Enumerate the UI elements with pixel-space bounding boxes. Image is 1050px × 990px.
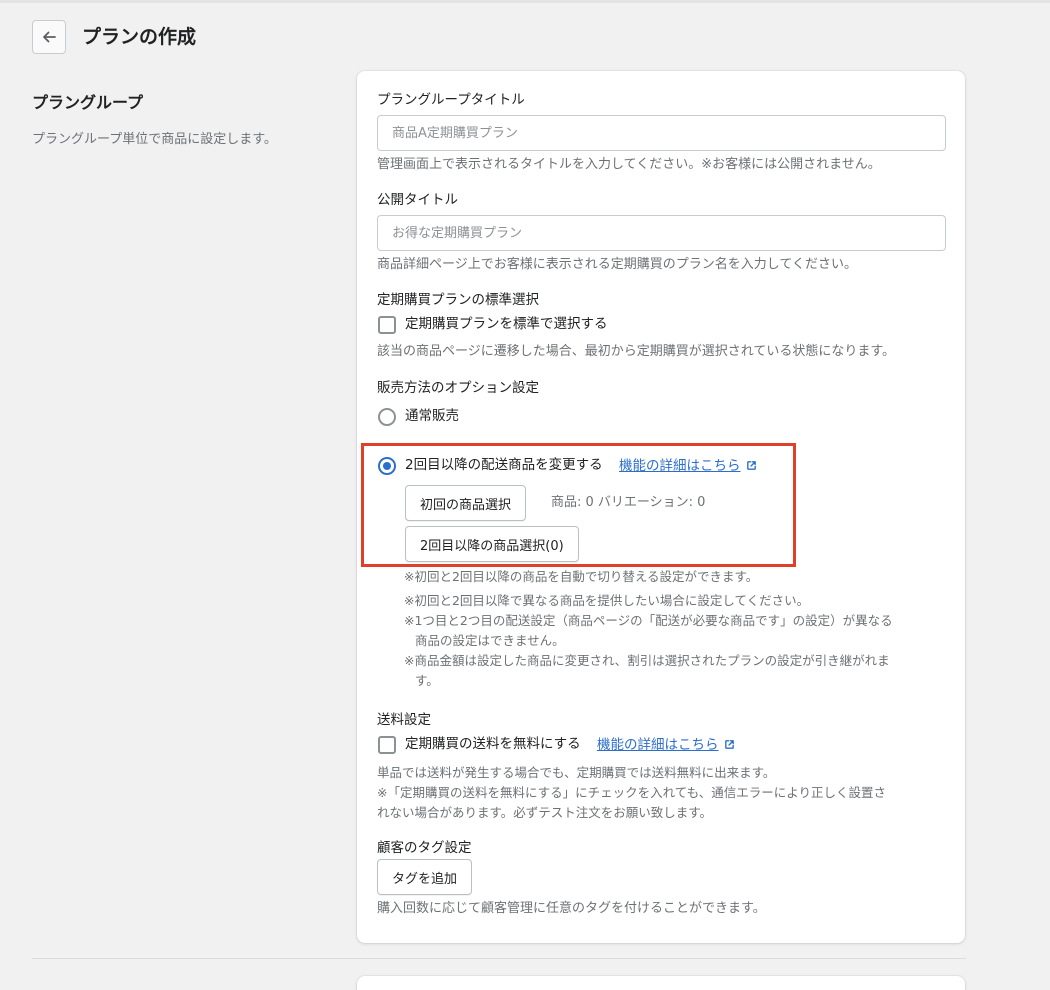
group-title-help: 管理画面上で表示されるタイトルを入力してください。※お客様には公開されません。 [377,157,881,172]
external-link-icon [724,740,734,749]
public-title-label: 公開タイトル [377,192,458,208]
radio-change-product[interactable] [378,457,396,475]
external-link-icon [746,461,756,470]
radio-normal-sale-label[interactable]: 通常販売 [405,406,459,426]
top-border [0,0,1050,3]
second-product-select-button[interactable]: 2回目以降の商品選択(0) [405,526,579,562]
detail-link-sales-text[interactable]: 機能の詳細はこちら [619,458,741,474]
radio-normal-sale[interactable] [378,408,396,426]
customer-tag-help: 購入回数に応じて顧客管理に任意のタグを付けることができます。 [377,901,766,916]
group-title-input[interactable] [377,115,946,151]
default-select-label: 定期購買プランの標準選択 [377,292,539,308]
sales-method-label: 販売方法のオプション設定 [377,380,539,396]
note-line-2: ※初回と2回目以降で異なる商品を提供したい場合に設定してください。 [404,593,810,608]
note-line-6: す。 [415,673,439,688]
group-title-label: プラングループタイトル [377,92,525,108]
note-line-5: ※商品金額は設定した商品に変更され、割引は選択されたプランの設定が引き継がれま [404,653,890,668]
page-title: プランの作成 [82,26,197,48]
note-line-3: ※1つ目と2つ目の配送設定（商品ページの「配送が必要な商品です」の設定）が異なる [404,613,893,628]
shipping-label: 送料設定 [377,712,431,728]
default-select-checkbox[interactable] [378,316,396,334]
detail-link-sales[interactable]: 機能の詳細はこちら [619,455,757,476]
section-heading: プラングループ [32,93,144,112]
arrow-left-icon [43,31,56,43]
shipping-help-3: れない場合があります。必ずテスト注文をお願い致します。 [377,805,713,820]
shipping-help-1: 単品では送料が発生する場合でも、定期購買では送料無料に出来ます。 [377,765,776,780]
detail-link-shipping[interactable]: 機能の詳細はこちら [597,734,735,755]
product-count-text: 商品: 0 バリエーション: 0 [551,495,706,510]
note-line-4: 商品の設定はできません。 [415,633,565,648]
back-button[interactable] [32,20,66,54]
note-line-1: ※初回と2回目以降の商品を自動で切り替える設定ができます。 [404,569,759,584]
section-description: プラングループ単位で商品に設定します。 [32,132,277,147]
shipping-help-2: ※「定期購買の送料を無料にする」にチェックを入れても、通信エラーにより正しく設置… [377,785,886,800]
default-select-help: 該当の商品ページに遷移した場合、最初から定期購買が選択されている状態になります。 [377,344,896,359]
free-shipping-checkbox[interactable] [378,736,396,754]
customer-tag-label: 顧客のタグ設定 [377,840,472,856]
public-title-help: 商品詳細ページ上でお客様に表示される定期購買のプラン名を入力してください。 [377,257,857,272]
free-shipping-checkbox-label[interactable]: 定期購買の送料を無料にする [405,734,581,754]
next-card [357,976,965,990]
add-tag-button[interactable]: タグを追加 [377,859,473,895]
first-product-select-button[interactable]: 初回の商品選択 [405,485,527,521]
public-title-input[interactable] [377,215,946,251]
default-select-checkbox-label[interactable]: 定期購買プランを標準で選択する [405,314,608,334]
section-divider [32,958,966,959]
radio-change-product-label[interactable]: 2回目以降の配送商品を変更する [405,455,603,475]
detail-link-shipping-text[interactable]: 機能の詳細はこちら [597,737,719,753]
